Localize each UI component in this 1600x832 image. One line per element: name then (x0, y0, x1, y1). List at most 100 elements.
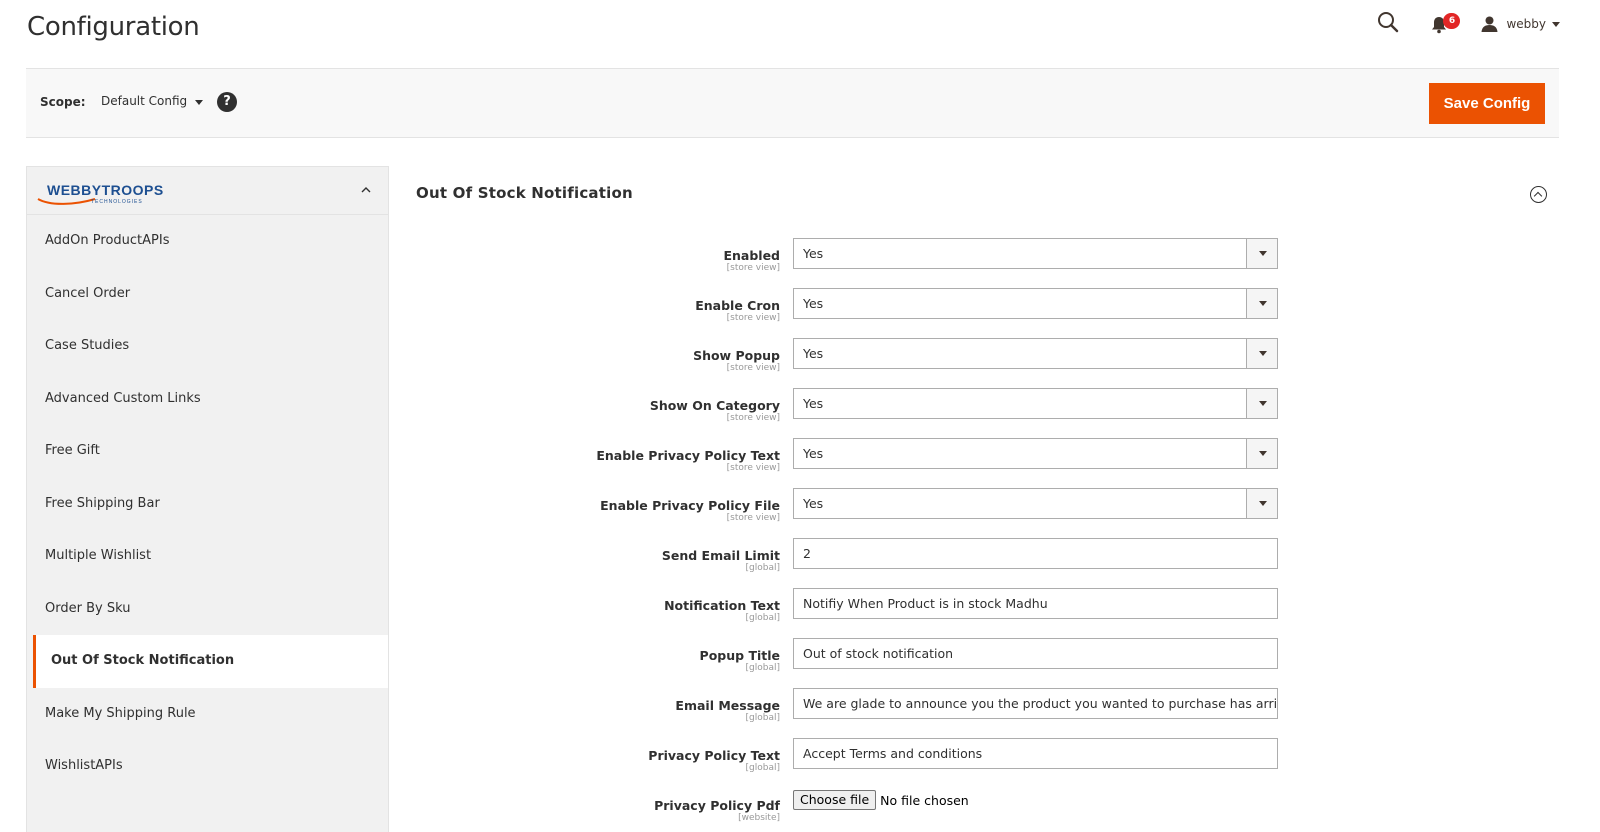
select-field[interactable]: Yes (793, 288, 1278, 319)
field-label: Show On Category (649, 398, 780, 413)
field-value: Yes (803, 346, 824, 361)
field-label-group: Enabled [store view] (723, 248, 780, 273)
field-label-group: Enable Privacy Policy Text [store view] (596, 448, 780, 473)
field-value: Yes (803, 246, 824, 261)
form-row: Email Message [global] We are glade to ann… (500, 688, 1280, 732)
sidebar-item[interactable]: Free Shipping Bar (27, 478, 388, 531)
scope-switcher[interactable]: Default Config (101, 94, 204, 108)
field-value: Yes (803, 296, 824, 311)
form-row: Enabled [store view] Yes (500, 238, 1280, 282)
field-scope: [global] (745, 563, 780, 573)
sidebar-item[interactable]: Advanced Custom Links (27, 373, 388, 426)
scope-value: Default Config (101, 94, 188, 108)
config-sidebar: WEBBYTROOPS TECHNOLOGIES AddOn ProductAP… (26, 166, 389, 832)
form-row: Enable Privacy Policy Text [store view] Ye… (500, 438, 1280, 482)
field-label: Enable Privacy Policy Text (596, 448, 780, 463)
field-label: Email Message (675, 698, 780, 713)
form-row: Enable Cron [store view] Yes (500, 288, 1280, 332)
field-value: Yes (803, 396, 824, 411)
field-label-group: Enable Cron [store view] (695, 298, 780, 323)
field-label: Popup Title (699, 648, 780, 663)
field-label: Enabled (723, 248, 780, 263)
form-row: Notification Text [global] Notifiy When Pr… (500, 588, 1280, 632)
field-scope: [store view] (726, 513, 780, 523)
field-label-group: Send Email Limit [global] (662, 548, 780, 573)
select-field[interactable]: Yes (793, 238, 1278, 269)
header-actions: 6 webby (1377, 10, 1560, 38)
field-scope: [store view] (726, 413, 780, 423)
sidebar-item[interactable]: Make My Shipping Rule (27, 688, 388, 741)
chevron-down-icon (1552, 21, 1560, 27)
sidebar-item[interactable]: Order By Sku (27, 583, 388, 636)
field-label-group: Show Popup [store view] (693, 348, 780, 373)
dropdown-arrow-icon[interactable] (1246, 439, 1277, 468)
select-field[interactable]: Yes (793, 488, 1278, 519)
field-label-group: Privacy Policy Text [global] (648, 748, 780, 773)
dropdown-arrow-icon[interactable] (1246, 389, 1277, 418)
field-label-group: Notification Text [global] (664, 598, 780, 623)
sidebar-item[interactable]: Out Of Stock Notification (33, 635, 388, 688)
form-row: Show Popup [store view] Yes (500, 338, 1280, 382)
chevron-up-icon (361, 187, 371, 193)
collapse-section-icon[interactable] (1530, 186, 1547, 203)
field-label: Privacy Policy Pdf (654, 798, 780, 813)
field-value: 2 (803, 546, 811, 561)
text-input[interactable]: 2 (793, 538, 1278, 569)
field-label: Enable Cron (695, 298, 780, 313)
field-scope: [store view] (726, 263, 780, 273)
search-icon[interactable] (1377, 11, 1403, 37)
field-label-group: Email Message [global] (675, 698, 780, 723)
sidebar-item[interactable]: Multiple Wishlist (27, 530, 388, 583)
user-icon (1481, 16, 1498, 32)
user-menu[interactable]: webby (1481, 16, 1560, 32)
sidebar-group-header[interactable]: WEBBYTROOPS TECHNOLOGIES (27, 167, 388, 215)
field-scope: [global] (745, 663, 780, 673)
text-input[interactable]: Accept Terms and conditions (793, 738, 1278, 769)
page-title: Configuration (27, 12, 200, 42)
field-scope: [global] (745, 613, 780, 623)
select-field[interactable]: Yes (793, 438, 1278, 469)
sidebar-item[interactable]: Cancel Order (27, 268, 388, 321)
sidebar-item[interactable]: WishlistAPIs (27, 740, 388, 793)
field-label: Privacy Policy Text (648, 748, 780, 763)
choose-file-button[interactable]: Choose file (793, 790, 877, 810)
dropdown-arrow-icon[interactable] (1246, 239, 1277, 268)
form-row: Send Email Limit [global] 2 (500, 538, 1280, 582)
field-value: We are glade to announce you the product… (803, 696, 1278, 711)
dropdown-arrow-icon[interactable] (1246, 289, 1277, 318)
help-icon[interactable]: ? (217, 92, 237, 112)
field-label-group: Privacy Policy Pdf [website] (654, 798, 780, 823)
field-value: Out of stock notification (803, 646, 954, 661)
field-scope: [store view] (726, 313, 780, 323)
sidebar-item[interactable]: Case Studies (27, 320, 388, 373)
form-row: Privacy Policy Pdf [website] Choose file No… (500, 790, 1280, 832)
form-row: Privacy Policy Text [global] Accept Terms … (500, 738, 1280, 782)
select-field[interactable]: Yes (793, 388, 1278, 419)
field-label-group: Enable Privacy Policy File [store view] (600, 498, 780, 523)
notifications-button[interactable]: 6 (1431, 11, 1461, 37)
field-label: Notification Text (664, 598, 780, 613)
field-label: Enable Privacy Policy File (600, 498, 780, 513)
username: webby (1506, 17, 1546, 31)
field-label-group: Show On Category [store view] (650, 398, 780, 423)
sidebar-item[interactable]: Free Gift (27, 425, 388, 478)
form-row: Show On Category [store view] Yes (500, 388, 1280, 432)
scope-label: Scope: (40, 95, 86, 109)
form-row: Enable Privacy Policy File [store view] Ye… (500, 488, 1280, 532)
dropdown-arrow-icon[interactable] (1246, 339, 1277, 368)
field-value: Yes (803, 446, 824, 461)
file-input[interactable]: Choose file No file chosen (793, 790, 969, 810)
field-scope: [website] (738, 813, 780, 823)
field-scope: [store view] (726, 463, 780, 473)
dropdown-arrow-icon[interactable] (1246, 489, 1277, 518)
field-label: Send Email Limit (661, 548, 780, 563)
scope-bar: Scope: Default Config ? Save Config (26, 68, 1559, 138)
notification-count-badge: 6 (1443, 13, 1461, 29)
text-input[interactable]: Out of stock notification (793, 638, 1278, 669)
sidebar-list: AddOn ProductAPIs Cancel Order Case Studie… (27, 215, 388, 793)
save-config-button[interactable]: Save Config (1429, 83, 1545, 124)
select-field[interactable]: Yes (793, 338, 1278, 369)
sidebar-item[interactable]: AddOn ProductAPIs (27, 215, 388, 268)
text-input[interactable]: Notifiy When Product is in stock Madhu (793, 588, 1278, 619)
text-input[interactable]: We are glade to announce you the product… (793, 688, 1278, 719)
